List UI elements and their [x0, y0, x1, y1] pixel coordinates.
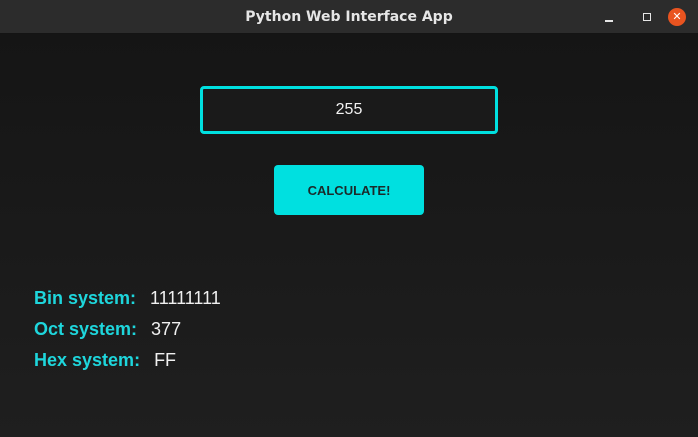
number-input[interactable] [200, 86, 498, 134]
oct-label: Oct system: [34, 319, 138, 339]
close-button[interactable]: ✕ [668, 8, 686, 26]
result-row-oct: Oct system: 377 [34, 318, 181, 340]
title-bar[interactable]: Python Web Interface App ✕ [0, 0, 698, 34]
minimize-button[interactable] [599, 6, 621, 28]
oct-value: 377 [151, 319, 182, 339]
minimize-icon [605, 20, 613, 22]
app-window: Python Web Interface App ✕ CALCULATE! Bi… [0, 0, 698, 437]
calculate-button[interactable]: CALCULATE! [274, 165, 424, 215]
result-row-hex: Hex system: FF [34, 349, 176, 371]
maximize-button[interactable] [636, 6, 658, 28]
main-content: CALCULATE! Bin system: 11111111 Oct syste… [0, 34, 698, 437]
hex-label: Hex system: [34, 350, 141, 370]
window-title: Python Web Interface App [245, 9, 453, 25]
maximize-icon [643, 13, 651, 21]
bin-label: Bin system: [34, 288, 137, 308]
result-row-bin: Bin system: 11111111 [34, 287, 221, 309]
bin-value: 11111111 [150, 288, 221, 308]
hex-value: FF [154, 350, 177, 370]
close-icon: ✕ [672, 11, 682, 23]
